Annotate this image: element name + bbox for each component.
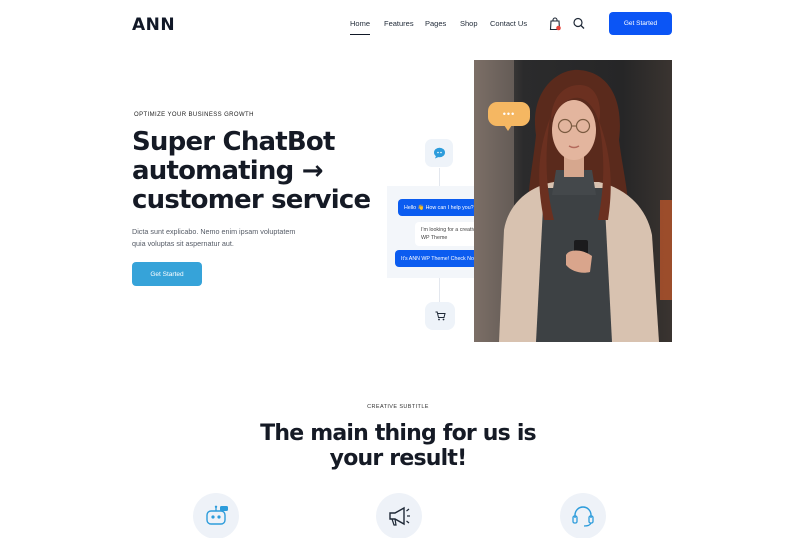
shopping-bag-icon[interactable] bbox=[549, 17, 561, 31]
search-icon[interactable] bbox=[573, 17, 585, 30]
nav-shop[interactable]: Shop bbox=[460, 19, 478, 28]
cart-icon bbox=[425, 302, 455, 330]
megaphone-icon bbox=[376, 493, 422, 538]
typing-indicator: ••• bbox=[488, 102, 530, 131]
hero-title-line-2: automating → bbox=[132, 156, 323, 186]
hero-title-line-1: Super ChatBot bbox=[132, 127, 335, 157]
logo[interactable]: ANN bbox=[132, 15, 175, 35]
section-subtitle: CREATIVE SUBTITLE bbox=[367, 404, 429, 410]
headset-icon bbox=[560, 493, 606, 538]
section-title-line-2: your result! bbox=[329, 446, 467, 471]
robot-icon bbox=[193, 493, 239, 538]
chat-message-reply: It's ANN WP Theme! Check Now! bbox=[395, 250, 486, 267]
chat-message-greeting: Hello 👋 How can I help you? bbox=[398, 199, 480, 216]
nav-features[interactable]: Features bbox=[384, 19, 414, 28]
get-started-header-button[interactable]: Get Started bbox=[609, 12, 672, 35]
hero-desc-line-2: quia voluptas sit aspernatur aut. bbox=[132, 238, 234, 248]
hero-title-line-3: customer service bbox=[132, 185, 371, 215]
section-title: The main thing for us is your result! bbox=[0, 421, 796, 471]
hero-description: Dicta sunt explicabo. Nemo enim ipsam vo… bbox=[132, 226, 332, 249]
chat-icon bbox=[425, 139, 453, 167]
section-title-line-1: The main thing for us is bbox=[260, 421, 537, 446]
nav-contact-us[interactable]: Contact Us bbox=[490, 19, 527, 28]
hero-title: Super ChatBot automating → customer serv… bbox=[132, 127, 371, 215]
connector-line bbox=[439, 278, 440, 302]
nav-pages[interactable]: Pages bbox=[425, 19, 446, 28]
connector-line bbox=[439, 168, 440, 186]
hero-desc-line-1: Dicta sunt explicabo. Nemo enim ipsam vo… bbox=[132, 227, 296, 236]
hero-eyebrow: OPTIMIZE YOUR BUSINESS GROWTH bbox=[134, 112, 254, 118]
get-started-hero-button[interactable]: Get Started bbox=[132, 262, 202, 286]
nav-home[interactable]: Home bbox=[350, 19, 371, 35]
